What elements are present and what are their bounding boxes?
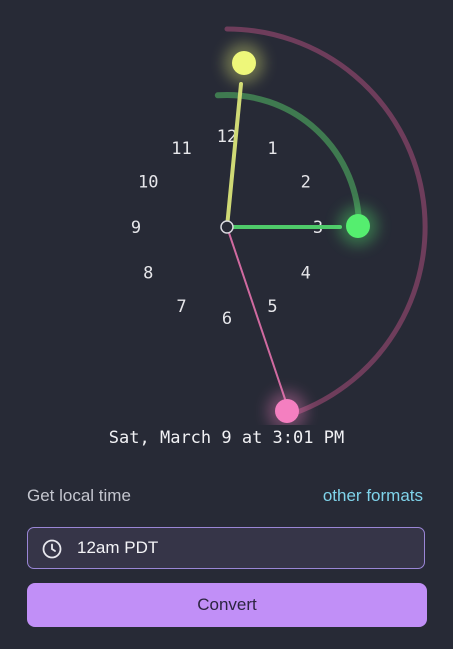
dial-number-7: 7 xyxy=(176,297,186,317)
dial-number-10: 10 xyxy=(138,173,158,193)
analog-clock: 121234567891011 xyxy=(131,26,428,425)
get-local-time-label: Get local time xyxy=(27,486,131,505)
converted-datetime: Sat, March 9 at 3:01 PM xyxy=(108,428,345,448)
minute-knob xyxy=(346,214,370,238)
dial-number-5: 5 xyxy=(267,297,277,317)
dial-number-6: 6 xyxy=(222,309,232,329)
center-pivot xyxy=(220,220,234,234)
dial-number-4: 4 xyxy=(301,264,311,284)
dial-number-9: 9 xyxy=(131,218,141,238)
form-header: Get local time other formats xyxy=(27,486,423,508)
dial-number-2: 2 xyxy=(301,173,311,193)
dial-number-1: 1 xyxy=(267,139,277,159)
hour-knob xyxy=(232,51,256,75)
dial-number-8: 8 xyxy=(143,264,153,284)
second-arc xyxy=(224,26,428,416)
dial-number-11: 11 xyxy=(171,139,191,159)
time-input-field[interactable] xyxy=(27,527,425,569)
convert-button[interactable]: Convert xyxy=(27,583,427,627)
hour-hand xyxy=(225,82,243,229)
time-input[interactable] xyxy=(77,528,407,568)
second-knob xyxy=(275,399,299,423)
clock-icon xyxy=(41,538,63,560)
other-formats-link[interactable]: other formats xyxy=(323,486,423,506)
